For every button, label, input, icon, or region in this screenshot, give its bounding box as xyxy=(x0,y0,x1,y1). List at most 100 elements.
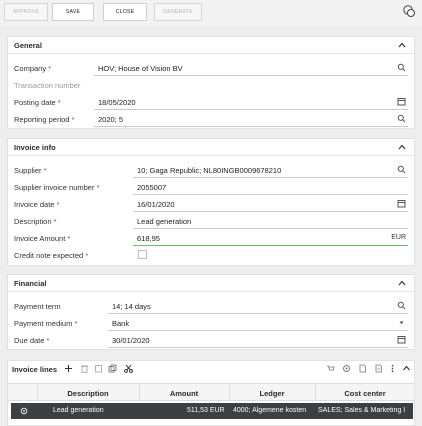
calendar-icon[interactable] xyxy=(397,97,406,106)
col-ledger[interactable]: Ledger xyxy=(229,389,315,398)
save-button[interactable]: SAVE xyxy=(52,3,94,21)
search-icon[interactable] xyxy=(397,301,406,310)
export-icon[interactable] xyxy=(374,364,383,373)
due-date-row: Due date * 30/01/2020 xyxy=(8,332,414,349)
document-icon[interactable] xyxy=(358,364,367,373)
invoice-amount-value: 618,95 xyxy=(137,234,160,243)
financial-header[interactable]: Financial xyxy=(8,275,414,291)
posting-date-value: 18/05/2020 xyxy=(98,98,136,107)
chat-icon[interactable] xyxy=(402,4,416,18)
supplier-invoice-value: 2055007 xyxy=(137,183,167,192)
posting-date-row: Posting date * 18/05/2020 xyxy=(8,94,414,111)
calendar-icon[interactable] xyxy=(397,199,406,208)
generate-button[interactable]: GENERATE xyxy=(154,3,202,21)
supplier-invoice-label: Supplier invoice number * xyxy=(14,183,100,192)
cell-ledger: 4000; Algemene kosten xyxy=(233,407,307,414)
reporting-period-label: Reporting period * xyxy=(14,115,75,124)
description-row: Description * Lead generation xyxy=(8,213,414,230)
general-header[interactable]: General xyxy=(8,37,414,53)
payment-term-field[interactable]: 14; 14 days xyxy=(108,298,408,314)
invoice-date-value: 16/01/2020 xyxy=(137,200,175,209)
posting-date-field[interactable]: 18/05/2020 xyxy=(94,94,408,110)
payment-term-row: Payment term 14; 14 days xyxy=(8,298,414,315)
invoice-amount-field[interactable]: 618,95 EUR xyxy=(133,230,408,246)
search-icon[interactable] xyxy=(397,165,406,174)
due-date-label: Due date * xyxy=(14,336,50,345)
transaction-row: Transaction number xyxy=(8,77,414,94)
table-header: Description Amount Ledger Cost center xyxy=(8,383,414,401)
chevron-up-icon[interactable] xyxy=(402,364,411,373)
invoice-info-header[interactable]: Invoice info xyxy=(8,139,414,155)
payment-term-value: 14; 14 days xyxy=(112,302,151,311)
col-description[interactable]: Description xyxy=(37,389,139,398)
invoice-lines-header: Invoice lines xyxy=(8,361,414,377)
reporting-period-row: Reporting period * 2020; 5 xyxy=(8,111,414,128)
company-row: Company * HOV; House of Vision BV xyxy=(8,60,414,77)
supplier-field[interactable]: 10; Gaga Republic; NL80INGB0009678210 xyxy=(133,162,408,178)
supplier-row: Supplier * 10; Gaga Republic; NL80INGB00… xyxy=(8,162,414,179)
invoice-date-row: Invoice date * 16/01/2020 xyxy=(8,196,414,213)
due-date-value: 30/01/2020 xyxy=(112,336,150,345)
invoice-amount-label: Invoice Amount * xyxy=(14,234,71,243)
general-title: General xyxy=(14,40,42,50)
cell-description: Lead generation xyxy=(53,407,104,414)
cell-amount: 511,53 EUR xyxy=(187,407,225,414)
add-icon[interactable] xyxy=(64,364,73,373)
description-value: Lead generation xyxy=(137,217,192,226)
cart-icon[interactable] xyxy=(326,364,335,373)
financial-section: Financial Payment term 14; 14 days Payme… xyxy=(7,274,415,350)
invoice-info-title: Invoice info xyxy=(14,142,56,152)
financial-title: Financial xyxy=(14,278,47,288)
delete-icon[interactable] xyxy=(80,364,89,373)
credit-note-row: Credit note expected * xyxy=(8,247,414,264)
posting-date-label: Posting date * xyxy=(14,98,61,107)
table-row[interactable]: Lead generation 511,53 EUR 4000; Algemen… xyxy=(11,403,413,419)
calendar-icon[interactable] xyxy=(397,335,406,344)
row-edit-icon[interactable] xyxy=(20,407,28,415)
payment-medium-label: Payment medium * xyxy=(14,319,78,328)
invoice-lines-section: Invoice lines Description Amount Ledger … xyxy=(7,360,415,426)
currency-label: EUR xyxy=(391,234,406,241)
description-label: Description * xyxy=(14,217,57,226)
invoice-date-field[interactable]: 16/01/2020 xyxy=(133,196,408,212)
supplier-value: 10; Gaga Republic; NL80INGB0009678210 xyxy=(137,166,282,175)
invoice-date-label: Invoice date * xyxy=(14,200,60,209)
col-cost-center[interactable]: Cost center xyxy=(315,389,415,398)
dropdown-arrow-icon[interactable] xyxy=(397,318,406,327)
company-field[interactable]: HOV; House of Vision BV xyxy=(94,60,408,76)
reporting-period-value: 2020; 5 xyxy=(98,115,124,124)
company-label: Company * xyxy=(14,64,52,73)
close-button[interactable]: CLOSE xyxy=(103,3,147,21)
chevron-up-icon[interactable] xyxy=(398,42,406,48)
more-icon[interactable] xyxy=(388,364,397,373)
general-section: General Company * HOV; House of Vision B… xyxy=(7,36,415,129)
credit-note-label: Credit note expected * xyxy=(14,251,89,260)
cut-icon[interactable] xyxy=(124,364,133,373)
supplier-invoice-row: Supplier invoice number * 2055007 xyxy=(8,179,414,196)
payment-medium-select[interactable]: Bank xyxy=(108,315,408,331)
cell-cost-center: SALES; Sales & Marketing I xyxy=(318,407,406,414)
col-amount[interactable]: Amount xyxy=(139,389,229,398)
toolbar: APPROVE SAVE CLOSE GENERATE xyxy=(0,0,422,26)
payment-medium-value: Bank xyxy=(112,319,130,328)
copy-icon[interactable] xyxy=(108,364,117,373)
search-icon[interactable] xyxy=(397,114,406,123)
chevron-up-icon[interactable] xyxy=(398,280,406,286)
description-field[interactable]: Lead generation xyxy=(133,213,408,229)
invoice-amount-row: Invoice Amount * 618,95 EUR xyxy=(8,230,414,247)
payment-term-label: Payment term xyxy=(14,302,61,311)
payment-medium-row: Payment medium * Bank xyxy=(8,315,414,332)
chevron-up-icon[interactable] xyxy=(398,144,406,150)
settings-icon[interactable] xyxy=(342,364,351,373)
supplier-invoice-field[interactable]: 2055007 xyxy=(133,179,408,195)
clear-icon[interactable] xyxy=(94,364,103,373)
invoice-info-section: Invoice info Supplier * 10; Gaga Republi… xyxy=(7,138,415,266)
company-value: HOV; House of Vision BV xyxy=(98,64,183,73)
approve-button[interactable]: APPROVE xyxy=(4,3,48,21)
credit-note-checkbox[interactable] xyxy=(138,250,147,259)
reporting-period-field[interactable]: 2020; 5 xyxy=(94,111,408,127)
supplier-label: Supplier * xyxy=(14,166,47,175)
search-icon[interactable] xyxy=(397,63,406,72)
due-date-field[interactable]: 30/01/2020 xyxy=(108,332,408,348)
transaction-label: Transaction number xyxy=(14,81,81,90)
